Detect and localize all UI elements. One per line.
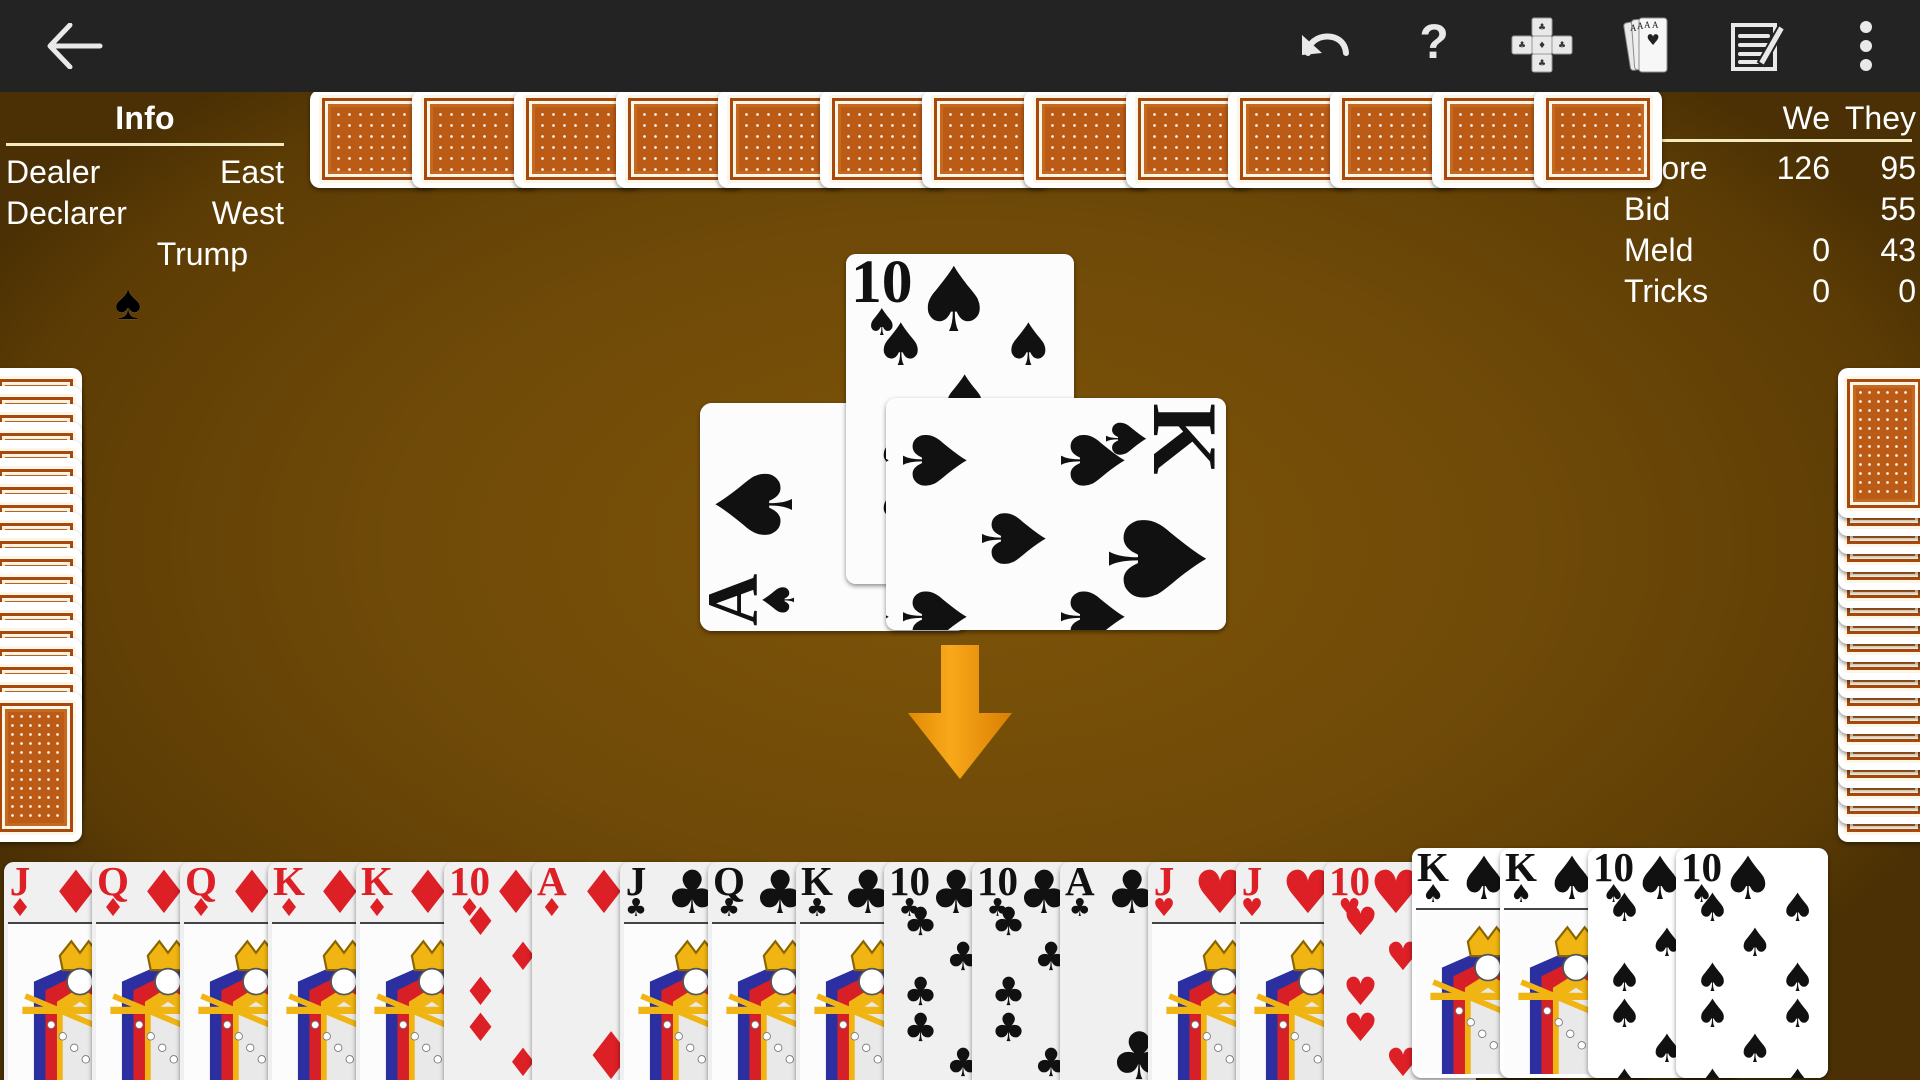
game-screen: A♠♠♠10♠♠♠♠♠♠♠♠♠♠♠♠K♠♠♠♠♠♠♠♠♠♠♠♠ Info Dea… <box>0 0 1920 1080</box>
info-row-declarer: Declarer West <box>0 193 290 234</box>
svg-text:♣: ♣ <box>1518 41 1526 51</box>
player-hand[interactable]: J♦♦Q♦♦Q♦♦K♦♦K♦♦10♦♦♦♦♦♦♦♦♦♦♦♦A♦♦♦J♣♣Q♣♣K… <box>0 840 1920 1080</box>
east-card-back <box>1838 368 1920 518</box>
dealer-label: Dealer <box>6 154 101 190</box>
undo-button[interactable] <box>1272 0 1380 92</box>
bid-they-value: 55 <box>1880 191 1916 227</box>
info-panel-title: Info <box>115 100 175 136</box>
card-face: 10♠♠♠♠♠♠♠♠♠♠♠♠ <box>1676 848 1828 1078</box>
card-corner-index: Q ♦ <box>97 862 129 923</box>
meld-they-value: 43 <box>1880 232 1916 268</box>
info-row-dealer: Dealer East <box>0 152 290 193</box>
card-pip-grid: ♠♠♠♠♠♠♠♠♠♠ <box>1694 886 1816 1078</box>
card-corner-index: J ♣ <box>625 862 648 923</box>
svg-text:?: ? <box>1419 20 1448 69</box>
svg-text:♣: ♣ <box>1538 59 1546 69</box>
score-row-bid: Bid 55 <box>1620 189 1920 230</box>
score-row-tricks: Tricks 0 0 <box>1620 271 1920 312</box>
declarer-label: Declarer <box>6 195 127 231</box>
fanned-cards-icon: ♥ A A A A <box>1623 17 1668 73</box>
score-header-we: We <box>1782 100 1830 136</box>
scoresheet-pencil-icon <box>1731 23 1787 71</box>
svg-text:A: A <box>1637 21 1644 31</box>
score-header-they: They <box>1844 100 1916 136</box>
score-they-value: 95 <box>1880 150 1916 186</box>
svg-text:♥: ♥ <box>1646 31 1659 49</box>
dealer-value: East <box>219 154 284 190</box>
overflow-menu-button[interactable] <box>1812 0 1920 92</box>
card-corner-index: J ♥ <box>1241 862 1264 923</box>
score-panel: We They Score 126 95 Bid 55 Meld 0 43 Tr… <box>1620 100 1920 312</box>
score-divider <box>1624 139 1912 142</box>
card-corner-index: J ♥ <box>1153 862 1176 923</box>
bid-we-value <box>1738 191 1830 228</box>
hand-button[interactable]: ♥ A A A A <box>1596 0 1704 92</box>
info-divider <box>6 143 284 146</box>
card-corner-index: K ♦ <box>273 862 305 923</box>
trump-label: Trump <box>156 236 248 272</box>
trump-suit-icon: ♠ <box>114 274 142 330</box>
tricks-we-value: 0 <box>1812 273 1830 309</box>
table-layout-button[interactable]: ♣ ♣ ♣ ♦ ♣ <box>1488 0 1596 92</box>
card-corner-index: K ♠ <box>1417 848 1449 909</box>
three-dots-icon <box>1860 21 1872 71</box>
svg-text:♦: ♦ <box>1538 41 1546 51</box>
card-corner-index: K ♦ <box>361 862 393 923</box>
app-toolbar: ? ♣ ♣ ♣ ♦ ♣ ♥ A A A A <box>0 0 1920 92</box>
undo-icon <box>1302 33 1349 56</box>
info-panel: Info Dealer East Declarer West Trump ♠ <box>0 100 290 327</box>
back-arrow-icon[interactable] <box>46 23 104 69</box>
tricks-label: Tricks <box>1624 273 1709 309</box>
svg-text:A: A <box>1644 20 1651 30</box>
card-corner-index: Q ♣ <box>713 862 745 923</box>
west-card-back <box>0 692 82 842</box>
meld-label: Meld <box>1624 232 1694 268</box>
svg-text:♣: ♣ <box>1558 41 1566 51</box>
declarer-value: West <box>211 195 284 231</box>
svg-text:A: A <box>1630 23 1637 33</box>
card-back-pattern <box>1844 375 1920 511</box>
card-back-pattern <box>1542 94 1654 184</box>
card-corner-index: K ♣ <box>801 862 833 923</box>
score-we-value: 126 <box>1776 150 1830 186</box>
scoresheet-button[interactable] <box>1704 0 1812 92</box>
hand-card-10-spades[interactable]: 10♠♠♠♠♠♠♠♠♠♠♠♠ <box>1676 848 1828 1078</box>
question-mark-icon: ? <box>1419 20 1448 69</box>
help-button[interactable]: ? <box>1380 0 1488 92</box>
score-row-score: Score 126 95 <box>1620 148 1920 189</box>
north-card-back <box>1534 90 1662 188</box>
tricks-they-value: 0 <box>1898 273 1916 309</box>
svg-text:A: A <box>1652 20 1659 30</box>
svg-text:♣: ♣ <box>1538 23 1546 33</box>
score-header-row: We They <box>1620 100 1920 137</box>
card-back-pattern <box>0 699 76 835</box>
bid-label: Bid <box>1624 191 1671 227</box>
meld-we-value: 0 <box>1812 232 1830 268</box>
card-cross-icon: ♣ ♣ ♣ ♦ ♣ <box>1511 17 1573 73</box>
card-corner-index: Q ♦ <box>185 862 217 923</box>
turn-indicator-arrow-icon <box>908 645 1012 779</box>
card-corner-index: J ♦ <box>9 862 32 923</box>
card-corner-index: K ♠ <box>1505 848 1537 909</box>
score-row-meld: Meld 0 43 <box>1620 230 1920 271</box>
